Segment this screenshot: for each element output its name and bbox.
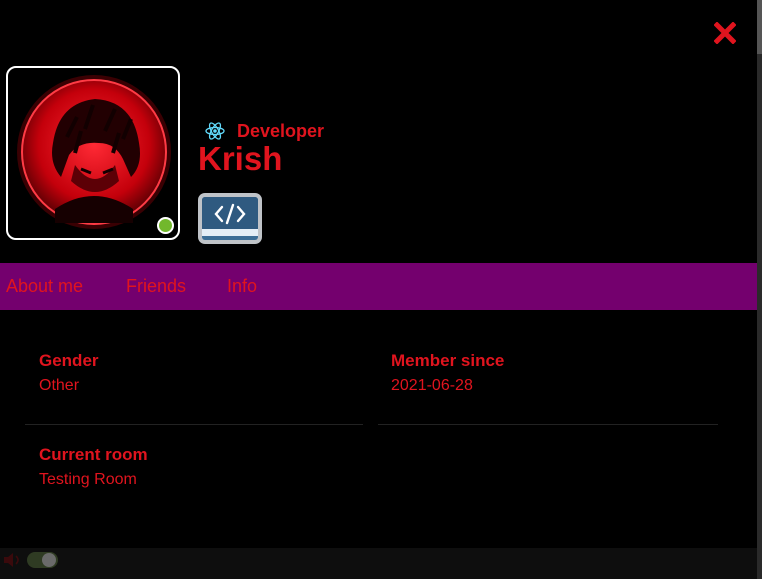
gender-label: Gender: [39, 351, 99, 370]
tab-info[interactable]: Info: [227, 275, 257, 297]
code-badge-icon: [202, 197, 258, 240]
tab-about-me[interactable]: About me: [6, 275, 83, 297]
profile-tabs: About me Friends Info: [0, 263, 757, 310]
sound-toggle[interactable]: [27, 552, 58, 568]
divider: [25, 424, 363, 425]
close-button[interactable]: [712, 20, 738, 46]
current-room-value: Testing Room: [39, 471, 137, 488]
member-since-value: 2021-06-28: [391, 377, 473, 394]
close-icon: [714, 22, 736, 44]
profile-screen: Developer Krish About me Friends Info Ge…: [0, 0, 762, 579]
online-status-dot: [157, 217, 174, 234]
avatar: [17, 75, 171, 229]
divider: [378, 424, 718, 425]
toggle-knob: [42, 553, 56, 567]
current-room-label: Current room: [39, 445, 148, 464]
speaker-icon[interactable]: [3, 553, 23, 567]
gender-value: Other: [39, 377, 80, 394]
username: Krish: [198, 140, 283, 177]
bottom-bar: [0, 548, 757, 579]
scrollbar-thumb[interactable]: [757, 0, 762, 54]
scrollbar[interactable]: [757, 0, 762, 579]
avatar-frame: [6, 66, 180, 240]
member-since-label: Member since: [391, 351, 505, 370]
tab-friends[interactable]: Friends: [126, 275, 186, 297]
developer-badge[interactable]: [198, 193, 262, 244]
